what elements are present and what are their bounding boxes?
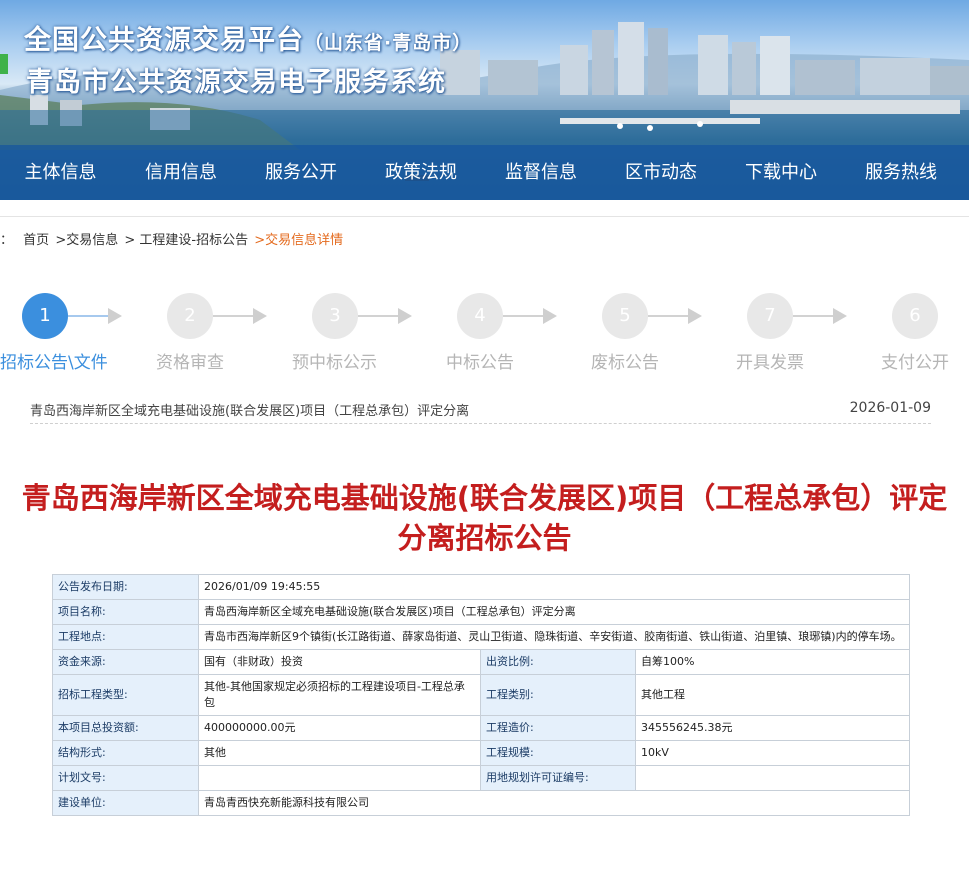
breadcrumb-current: >交易信息详情 [254,233,344,248]
table-row: 建设单位: 青岛青西快充新能源科技有限公司 [52,790,910,816]
nav-item-supervision[interactable]: 监督信息 [481,145,601,200]
step-7-label[interactable]: 开具发票 [736,348,804,373]
cost-value: 345556245.38元 [635,715,910,741]
nav-item-download[interactable]: 下载中心 [721,145,841,200]
total-invest-value: 400000000.00元 [198,715,481,741]
category-value: 其他工程 [635,674,910,716]
nav-item-hotline[interactable]: 服务热线 [841,145,961,200]
structure-value: 其他 [198,740,481,766]
platform-title-region: （山东省·青岛市） [304,32,473,54]
step-2-label[interactable]: 资格审查 [156,348,224,373]
nav-item-policy[interactable]: 政策法规 [361,145,481,200]
step-6-circle[interactable]: 6 [892,293,938,339]
notice-headline: 青岛西海岸新区全域充电基础设施(联合发展区)项目（工程总承包）评定分离招标公告 [21,481,948,555]
fund-ratio-label: 出资比例: [480,649,636,675]
table-row: 计划文号: 用地规划许可证编号: [52,765,910,791]
land-permit-value [635,765,910,791]
step-4-circle[interactable]: 4 [457,293,503,339]
process-steps: 1 2 3 4 5 7 6 招标公告\文件 资格审查 预中标公示 中标公告 废标… [0,290,969,373]
step-arrow-icon [253,308,267,324]
bid-type-value: 其他-其他国家规定必须招标的工程建设项目-工程总承包 [198,674,481,716]
plan-doc-label: 计划文号: [52,765,199,791]
table-row: 本项目总投资额: 400000000.00元 工程造价: 345556245.3… [52,715,910,741]
scale-label: 工程规模: [480,740,636,766]
nav-item-entity-info[interactable]: 主体信息 [0,145,121,200]
step-arrow-icon [543,308,557,324]
structure-label: 结构形式: [52,740,199,766]
fund-source-label: 资金来源: [52,649,199,675]
step-arrow-icon [108,308,122,324]
notice-date: 2026-01-09 [849,400,931,416]
step-2-circle[interactable]: 2 [167,293,213,339]
system-title: 青岛市公共资源交易电子服务系统 [26,67,446,98]
breadcrumb-bid-notice[interactable]: > 工程建设-招标公告 [124,233,248,248]
category-label: 工程类别: [480,674,636,716]
step-arrow-icon [688,308,702,324]
nav-item-service-public[interactable]: 服务公开 [241,145,361,200]
step-3-circle[interactable]: 3 [312,293,358,339]
publish-date-label: 公告发布日期: [52,574,199,600]
nav-item-credit-info[interactable]: 信用信息 [121,145,241,200]
plan-doc-value [198,765,481,791]
header-banner: 全国公共资源交易平台（山东省·青岛市） 青岛市公共资源交易电子服务系统 主体信息… [0,0,969,200]
location-label: 工程地点: [52,624,199,650]
table-row: 招标工程类型: 其他-其他国家规定必须招标的工程建设项目-工程总承包 工程类别:… [52,674,910,716]
step-3-label[interactable]: 预中标公示 [292,348,377,373]
total-invest-label: 本项目总投资额: [52,715,199,741]
fund-ratio-value: 自筹100% [635,649,910,675]
project-name-value: 青岛西海岸新区全域充电基础设施(联合发展区)项目（工程总承包）评定分离 [198,599,910,625]
platform-title-main: 全国公共资源交易平台 [24,25,304,56]
notice-detail-table: 公告发布日期: 2026/01/09 19:45:55 项目名称: 青岛西海岸新… [52,574,910,816]
publish-date-value: 2026/01/09 19:45:55 [198,574,910,600]
step-4-label[interactable]: 中标公告 [446,348,514,373]
step-1-label[interactable]: 招标公告\文件 [0,348,108,373]
breadcrumb-home[interactable]: 首页 [23,233,49,248]
breadcrumb: ： 首页 >交易信息 > 工程建设-招标公告 >交易信息详情 [0,216,969,256]
location-value: 青岛市西海岸新区9个镇街(长江路街道、薛家岛街道、灵山卫街道、隐珠街道、辛安街道… [198,624,910,650]
breadcrumb-prefix: ： [0,233,14,248]
table-row: 资金来源: 国有（非财政）投资 出资比例: 自筹100% [52,649,910,675]
notice-list-title: 青岛西海岸新区全域充电基础设施(联合发展区)项目（工程总承包）评定分离 [30,404,470,419]
project-name-label: 项目名称: [52,599,199,625]
step-1-circle[interactable]: 1 [22,293,68,339]
cost-label: 工程造价: [480,715,636,741]
step-5-label[interactable]: 废标公告 [591,348,659,373]
step-6-label[interactable]: 支付公开 [881,348,949,373]
step-7-circle[interactable]: 7 [747,293,793,339]
builder-value: 青岛青西快充新能源科技有限公司 [198,790,910,816]
nav-item-district-news[interactable]: 区市动态 [601,145,721,200]
table-row: 项目名称: 青岛西海岸新区全域充电基础设施(联合发展区)项目（工程总承包）评定分… [52,599,910,625]
step-5-circle[interactable]: 5 [602,293,648,339]
step-arrow-icon [833,308,847,324]
scale-value: 10kV [635,740,910,766]
table-row: 公告发布日期: 2026/01/09 19:45:55 [52,574,910,600]
breadcrumb-trade-info[interactable]: >交易信息 [55,233,118,248]
table-row: 工程地点: 青岛市西海岸新区9个镇街(长江路街道、薛家岛街道、灵山卫街道、隐珠街… [52,624,910,650]
builder-label: 建设单位: [52,790,199,816]
platform-title: 全国公共资源交易平台（山东省·青岛市） [24,18,472,57]
logo-icon [0,54,8,74]
table-row: 结构形式: 其他 工程规模: 10kV [52,740,910,766]
step-arrow-icon [398,308,412,324]
land-permit-label: 用地规划许可证编号: [480,765,636,791]
bid-type-label: 招标工程类型: [52,674,199,716]
main-nav: 主体信息 信用信息 服务公开 政策法规 监督信息 区市动态 下载中心 服务热线 [0,145,969,200]
notice-info-row: 青岛西海岸新区全域充电基础设施(联合发展区)项目（工程总承包）评定分离 2026… [30,400,931,424]
fund-source-value: 国有（非财政）投资 [198,649,481,675]
